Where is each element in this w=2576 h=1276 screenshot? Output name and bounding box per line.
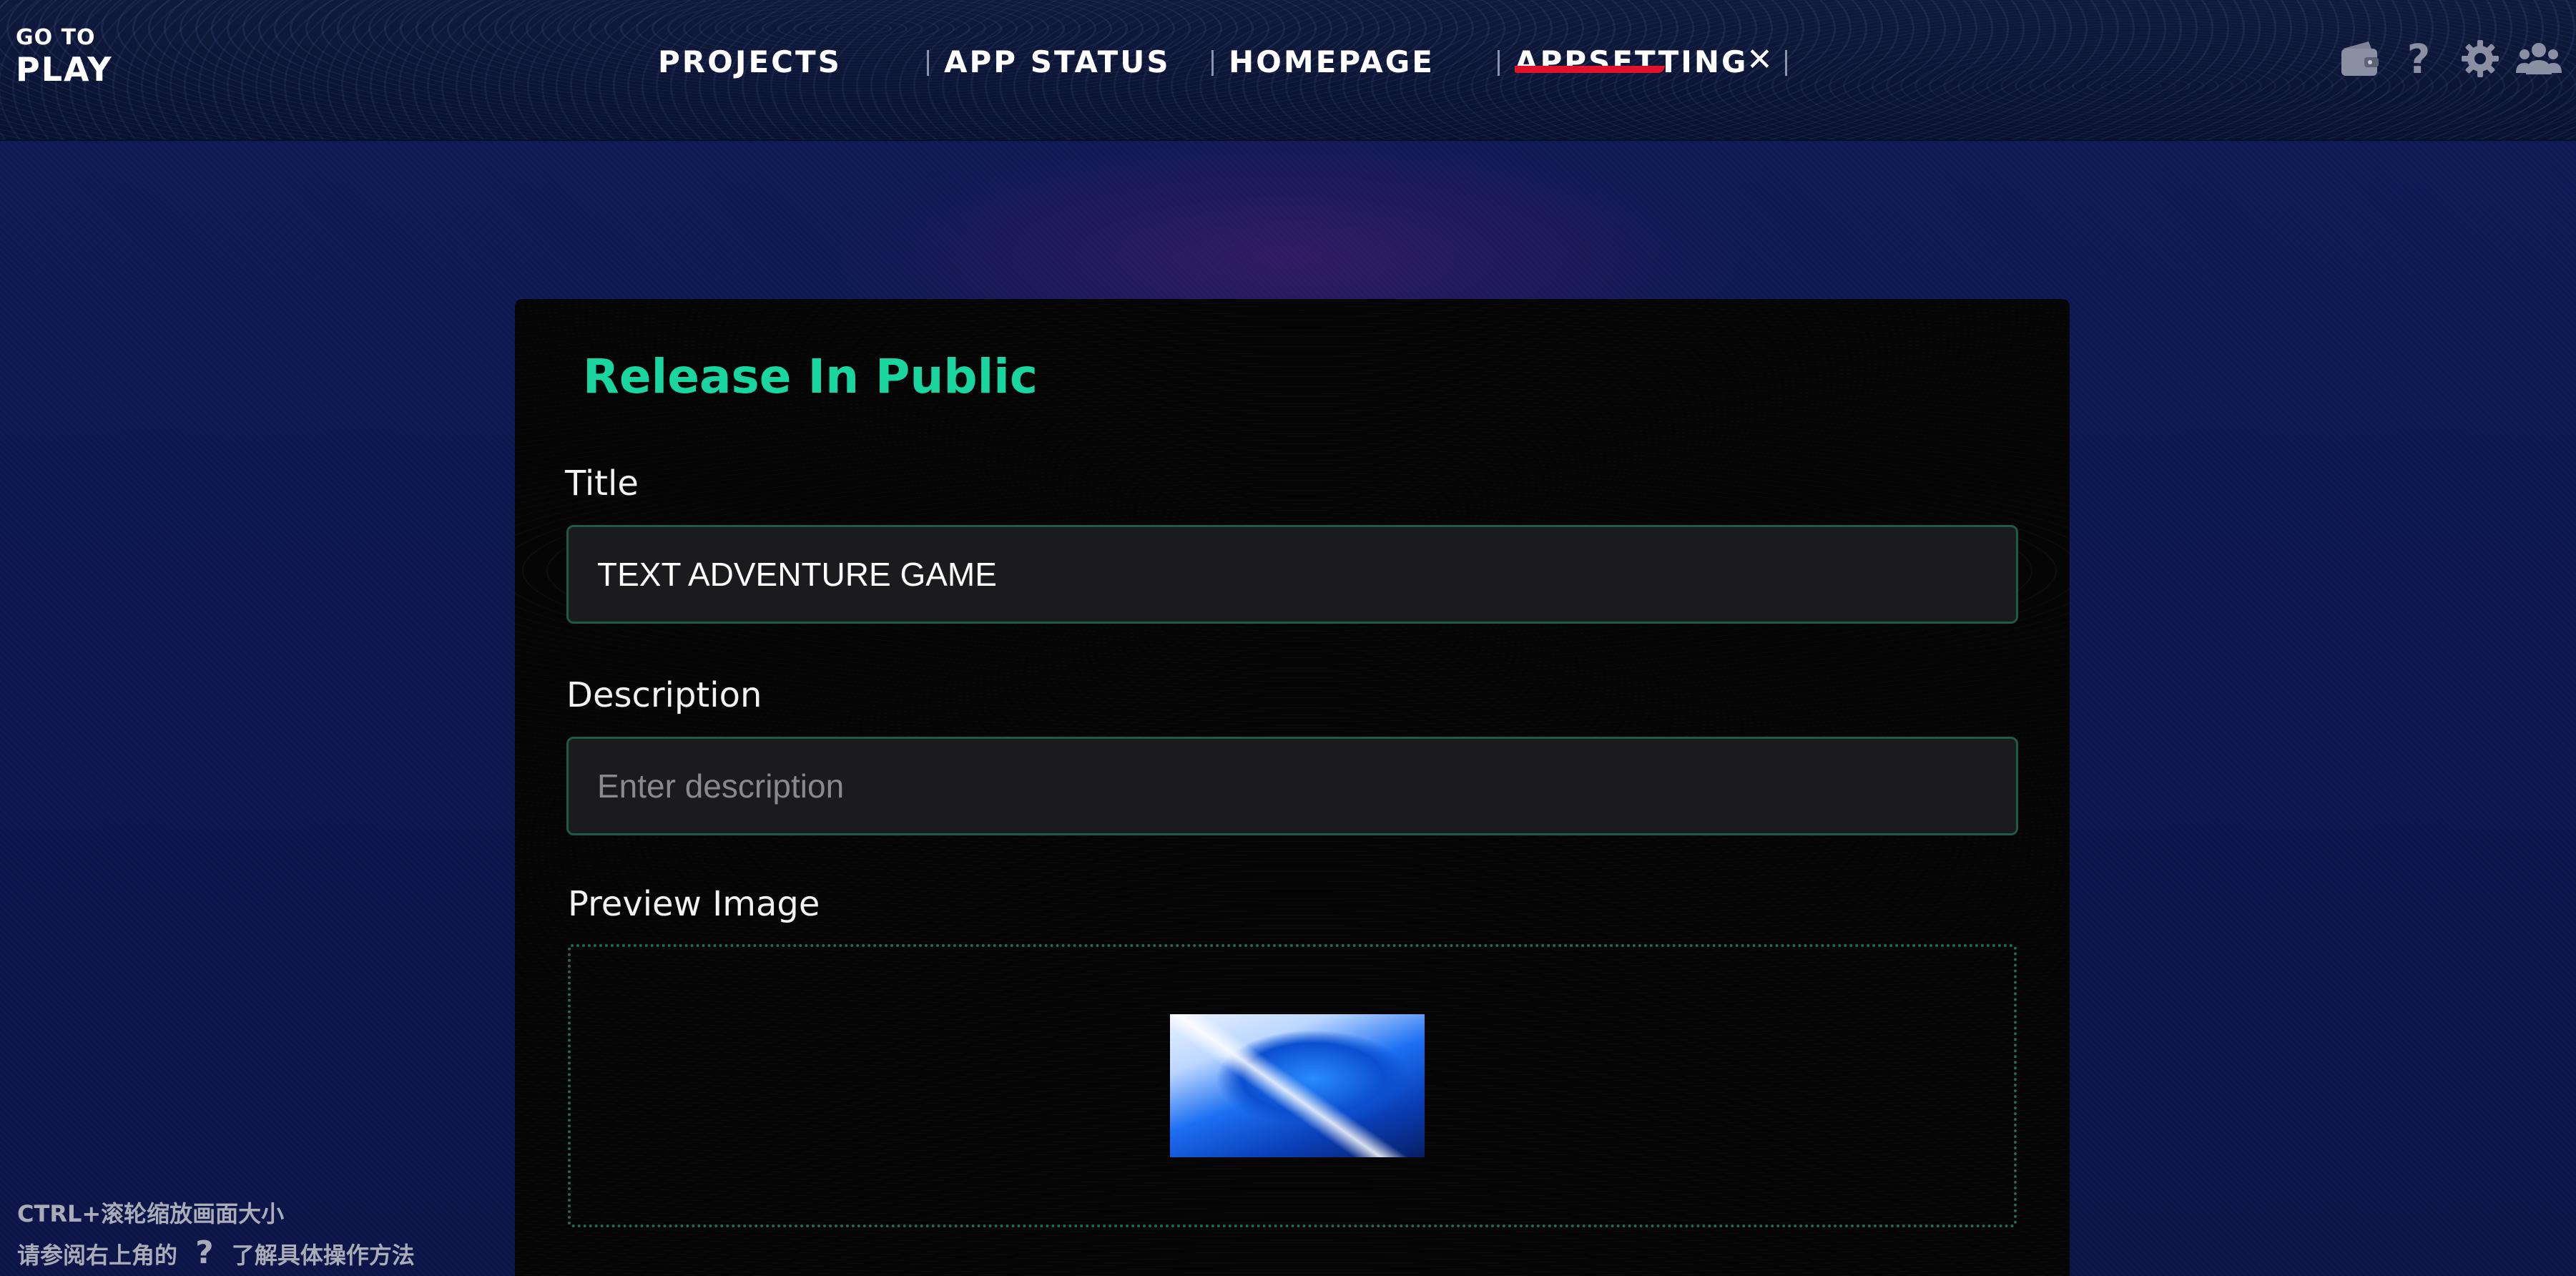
active-tab-indicator bbox=[1515, 66, 1665, 73]
zoom-hint: CTRL+滚轮缩放画面大小 bbox=[17, 1200, 285, 1227]
tab-appsetting[interactable]: APPSETTING bbox=[1515, 44, 1749, 79]
preview-image-dropzone[interactable] bbox=[568, 944, 2017, 1227]
svg-text:?: ? bbox=[2407, 36, 2430, 82]
close-tab-icon[interactable]: ✕ bbox=[1746, 41, 1773, 78]
preview-image-thumbnail[interactable] bbox=[1170, 1014, 1425, 1157]
panel-title: Release In Public bbox=[583, 349, 1038, 404]
help-hint: 请参阅右上角的 ? 了解具体操作方法 bbox=[17, 1235, 415, 1271]
release-panel: Release In Public Title Description Prev… bbox=[515, 299, 2070, 1276]
description-input[interactable] bbox=[566, 737, 2018, 835]
users-icon[interactable] bbox=[2516, 36, 2562, 82]
description-label: Description bbox=[566, 675, 762, 715]
gear-icon[interactable] bbox=[2457, 36, 2503, 82]
logo-line-1: GO TO bbox=[16, 25, 96, 50]
top-bar: GO TO PLAY PROJECTS APP STATUS HOMEPAGE … bbox=[0, 0, 2576, 141]
help-hint-prefix: 请参阅右上角的 bbox=[17, 1242, 178, 1269]
nav-separator bbox=[1785, 50, 1787, 76]
nav-separator bbox=[927, 50, 929, 76]
tab-homepage[interactable]: HOMEPAGE bbox=[1229, 44, 1435, 79]
title-input[interactable] bbox=[566, 525, 2018, 624]
help-hint-suffix: 了解具体操作方法 bbox=[231, 1242, 415, 1269]
logo-line-2: PLAY bbox=[16, 50, 113, 89]
help-icon[interactable]: ? bbox=[2396, 36, 2442, 83]
help-hint-question-icon: ? bbox=[195, 1235, 214, 1271]
logo[interactable]: GO TO PLAY bbox=[16, 25, 113, 89]
tab-app-status[interactable]: APP STATUS bbox=[944, 44, 1171, 79]
title-label: Title bbox=[565, 463, 639, 504]
wallet-icon[interactable] bbox=[2337, 36, 2383, 82]
nav-separator bbox=[1211, 50, 1214, 76]
preview-image-label: Preview Image bbox=[568, 884, 820, 924]
nav-separator bbox=[1498, 50, 1500, 76]
tab-projects[interactable]: PROJECTS bbox=[658, 44, 842, 79]
